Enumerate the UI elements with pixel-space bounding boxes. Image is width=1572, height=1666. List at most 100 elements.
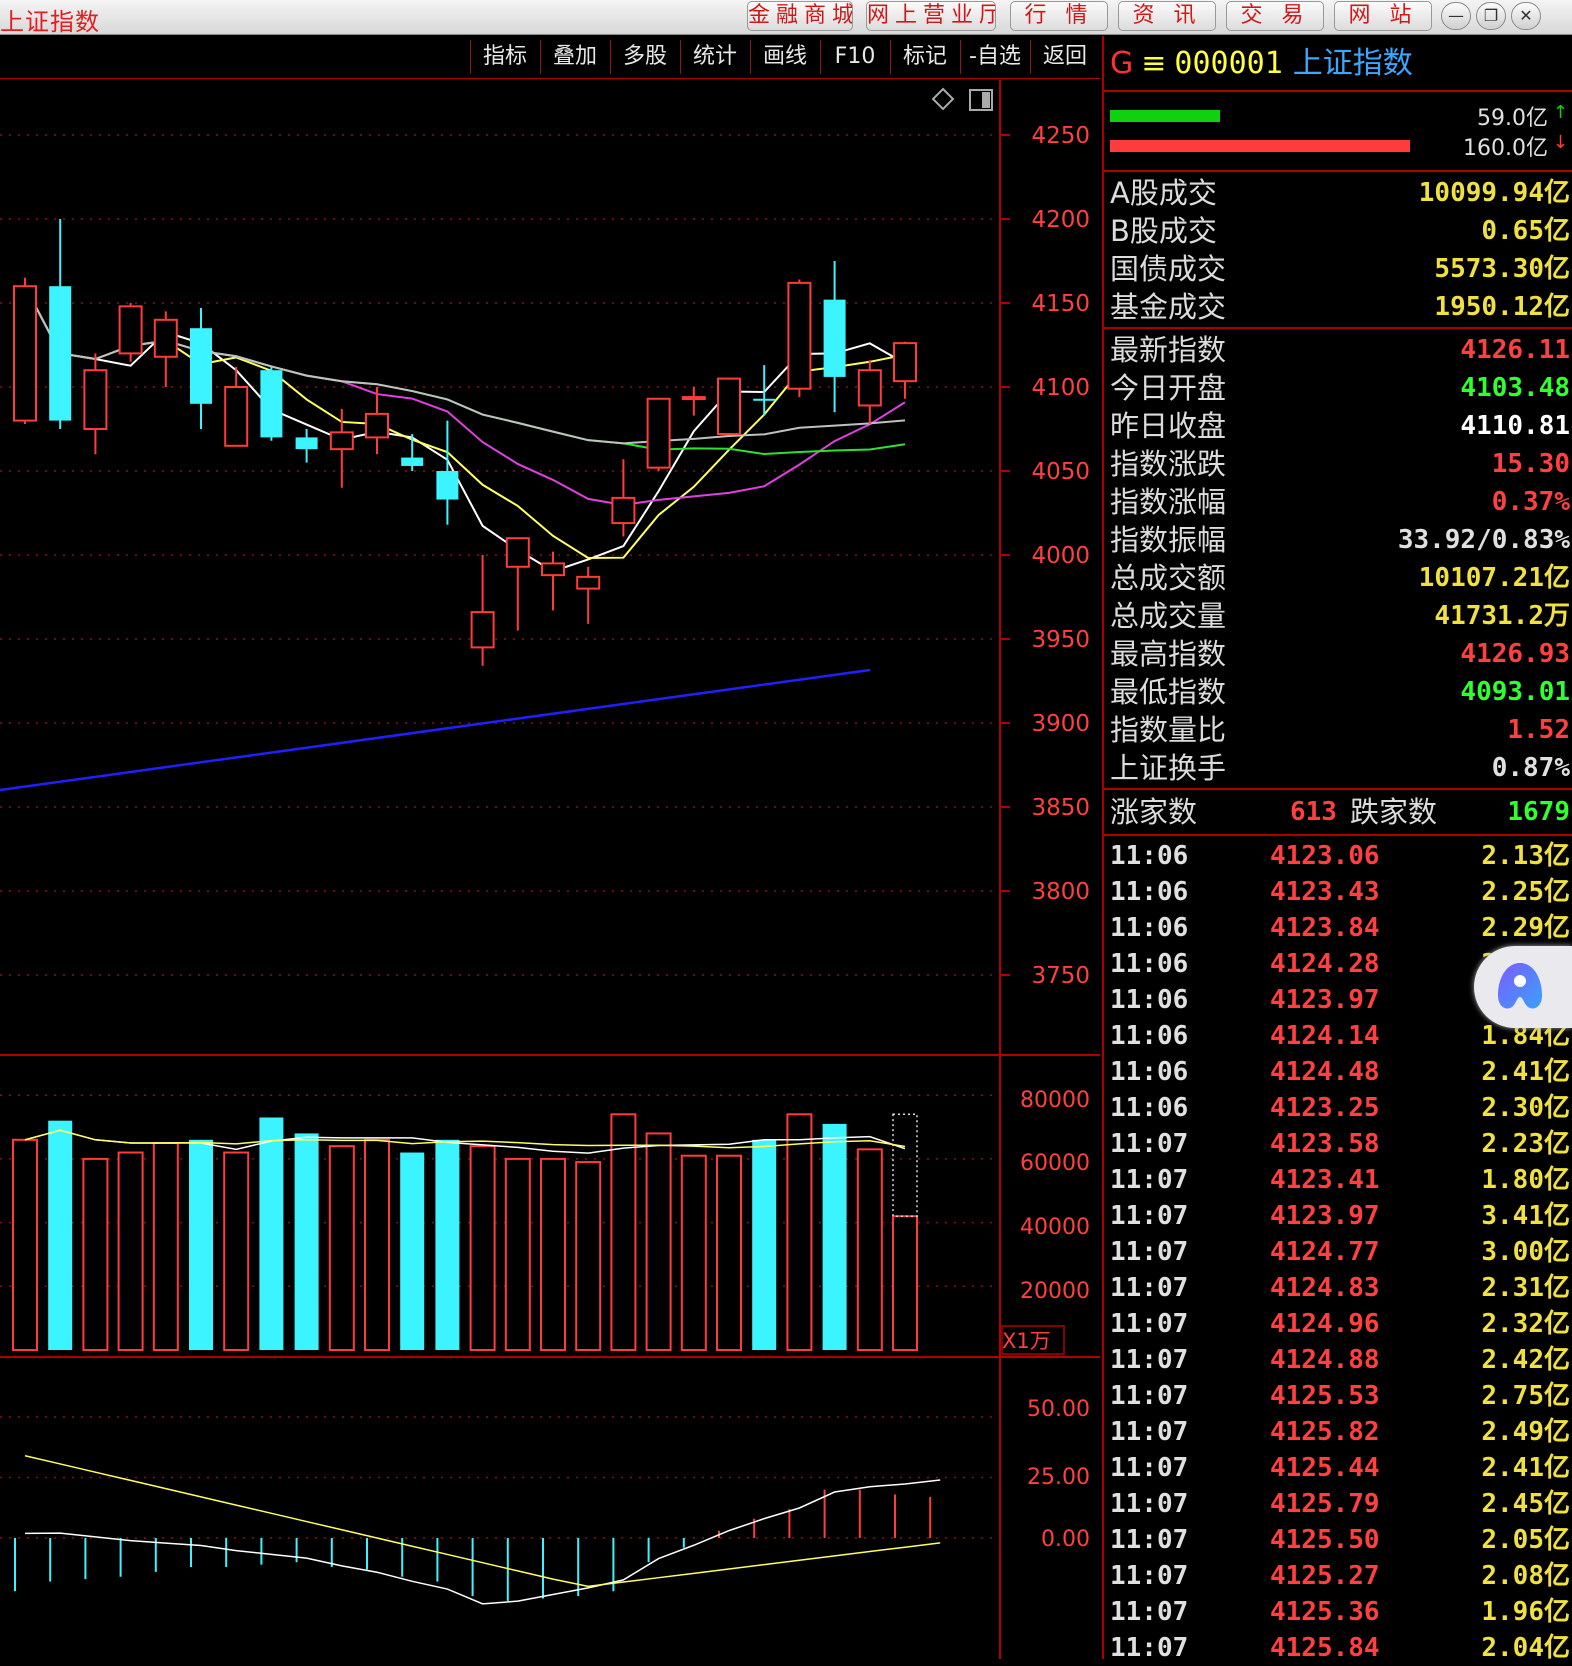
tick-row: 11:07 4123.41 1.80亿: [1110, 1162, 1570, 1198]
stat-row: 最高指数 4126.93: [1110, 635, 1570, 673]
stat-value: 4110.81: [1460, 411, 1570, 441]
close-button[interactable]: ✕: [1511, 2, 1541, 30]
volume-bar: [575, 1161, 602, 1351]
tick-amount: 2.05亿: [1481, 1525, 1570, 1555]
stat-value: 33.92/0.83%: [1397, 525, 1570, 555]
volume-bar: [469, 1145, 496, 1352]
divider: [1104, 170, 1572, 172]
trend-line: [0, 668, 871, 792]
volume-bar: [435, 1139, 460, 1350]
nav-news[interactable]: 资 讯: [1118, 1, 1216, 31]
tick-time: 11:06: [1110, 1093, 1189, 1123]
tick-price: 4123.43: [1270, 877, 1380, 907]
macd-label: 50.00: [1027, 1397, 1090, 1422]
tick-time: 11:07: [1110, 1417, 1189, 1447]
toolbar-f10[interactable]: F10: [820, 40, 889, 74]
stat-label: 指数涨幅: [1110, 485, 1227, 519]
moving-average-line: [24, 285, 906, 445]
tick-amount: 2.41亿: [1481, 1057, 1570, 1087]
stat-row: 最新指数 4126.11: [1110, 331, 1570, 369]
toolbar-overlay[interactable]: 叠加: [540, 40, 609, 74]
toolbar-multi-stock[interactable]: 多股: [610, 40, 679, 74]
diamond-icon[interactable]: [931, 87, 955, 111]
toolbar-draw-line[interactable]: 画线: [750, 40, 819, 74]
macd-label: 25.00: [1027, 1465, 1090, 1490]
buy-amount: 59.0亿: [1477, 106, 1548, 131]
quote-panel: G ≡ 000001 上证指数 59.0亿 ↑ 160.0亿 ↓ A股成交 10099.…: [1102, 36, 1572, 1663]
volume-bar: [189, 1139, 213, 1350]
tick-amount: 2.42亿: [1481, 1345, 1570, 1375]
tick-row: 11:07 4125.84 2.04亿: [1110, 1630, 1570, 1666]
tick-price: 4123.25: [1270, 1093, 1380, 1123]
tick-time: 11:06: [1110, 1057, 1189, 1087]
stat-value: 15.30: [1491, 449, 1570, 479]
tick-row: 11:07 4125.82 2.49亿: [1110, 1414, 1570, 1450]
tick-price: 4124.14: [1270, 1021, 1380, 1051]
tick-time: 11:07: [1110, 1525, 1189, 1555]
tick-row: 11:06 4123.25 2.30亿: [1110, 1090, 1570, 1126]
tick-time: 11:07: [1110, 1561, 1189, 1591]
nav-trade[interactable]: 交 易: [1226, 1, 1324, 31]
market-flag: G: [1110, 46, 1134, 81]
tick-price: 4124.77: [1270, 1237, 1380, 1267]
stat-label: 指数涨跌: [1110, 447, 1227, 481]
tick-row: 11:07 4125.53 2.75亿: [1110, 1378, 1570, 1414]
tick-price: 4123.84: [1270, 913, 1380, 943]
turnover-value: 1950.12亿: [1434, 292, 1570, 322]
volume-bar: [152, 1141, 179, 1351]
toolbar-statistics[interactable]: 统计: [680, 40, 749, 74]
tick-row: 11:06 4123.43 2.25亿: [1110, 874, 1570, 910]
nav-financial-mall[interactable]: 金融商城: [747, 1, 853, 31]
turnover-row: 国债成交 5573.30亿: [1110, 250, 1570, 288]
buy-strength-bar: [1110, 110, 1220, 122]
price-label: 3800: [1031, 879, 1090, 905]
arrow-up-icon: ↑: [1552, 102, 1568, 123]
tick-time: 11:06: [1110, 949, 1189, 979]
kline-chart[interactable]: 4250 4200 4150 4100 4050 4000 3950 3900 …: [0, 80, 1100, 1659]
candle-body: [857, 369, 882, 407]
macd-dif-line: [24, 1479, 941, 1605]
assistant-float-button[interactable]: [1474, 946, 1572, 1028]
stat-label: 总成交量: [1110, 599, 1227, 633]
stat-row: 指数量比 1.52: [1110, 711, 1570, 749]
tick-amount: 2.04亿: [1481, 1633, 1570, 1663]
price-label: 3900: [1031, 711, 1090, 737]
window-title: 上证指数: [0, 8, 100, 36]
title-bar: 上证指数 金融商城 网上营业厅 行 情 资 讯 交 易 网 站 — ❐ ✕: [0, 0, 1572, 36]
candle-body: [646, 397, 671, 469]
nav-website[interactable]: 网 站: [1334, 1, 1432, 31]
tick-time: 11:07: [1110, 1165, 1189, 1195]
nav-quotes[interactable]: 行 情: [1010, 1, 1108, 31]
toolbar-indicator[interactable]: 指标: [470, 40, 539, 74]
stat-value: 1.52: [1507, 715, 1570, 745]
turnover-value: 0.65亿: [1481, 216, 1570, 246]
restore-button[interactable]: ❐: [1476, 2, 1506, 30]
tick-price: 4124.83: [1270, 1273, 1380, 1303]
toolbar-mark[interactable]: 标记: [890, 40, 959, 74]
candle-body: [470, 611, 495, 649]
stat-value: 41731.2万: [1434, 601, 1570, 631]
menu-icon[interactable]: ≡: [1141, 46, 1166, 81]
tick-row: 11:07 4123.58 2.23亿: [1110, 1126, 1570, 1162]
index-code: 000001: [1174, 46, 1283, 81]
candle-body: [190, 328, 212, 404]
candle-body: [224, 386, 249, 447]
tick-time: 11:07: [1110, 1453, 1189, 1483]
tick-amount: 3.00亿: [1481, 1237, 1570, 1267]
minimize-button[interactable]: —: [1441, 2, 1471, 30]
quote-header: G ≡ 000001 上证指数: [1110, 44, 1413, 84]
volume-bar: [752, 1139, 777, 1350]
toolbar-back[interactable]: 返回: [1030, 40, 1099, 74]
nav-online-hall[interactable]: 网上营业厅: [866, 1, 996, 31]
price-label: 4250: [1031, 123, 1090, 149]
tick-price: 4124.96: [1270, 1309, 1380, 1339]
toolbar-watchlist[interactable]: -自选: [960, 40, 1029, 74]
stat-row: 指数振幅 33.92/0.83%: [1110, 521, 1570, 559]
up-count-label: 涨家数: [1110, 795, 1198, 829]
assistant-icon: [1498, 963, 1542, 1009]
tick-row: 11:07 4125.44 2.41亿: [1110, 1450, 1570, 1486]
stat-label: 上证换手: [1110, 751, 1227, 785]
candle-body: [611, 496, 636, 525]
tick-row: 11:06 4123.84 2.29亿: [1110, 910, 1570, 946]
stat-row: 昨日收盘 4110.81: [1110, 407, 1570, 445]
